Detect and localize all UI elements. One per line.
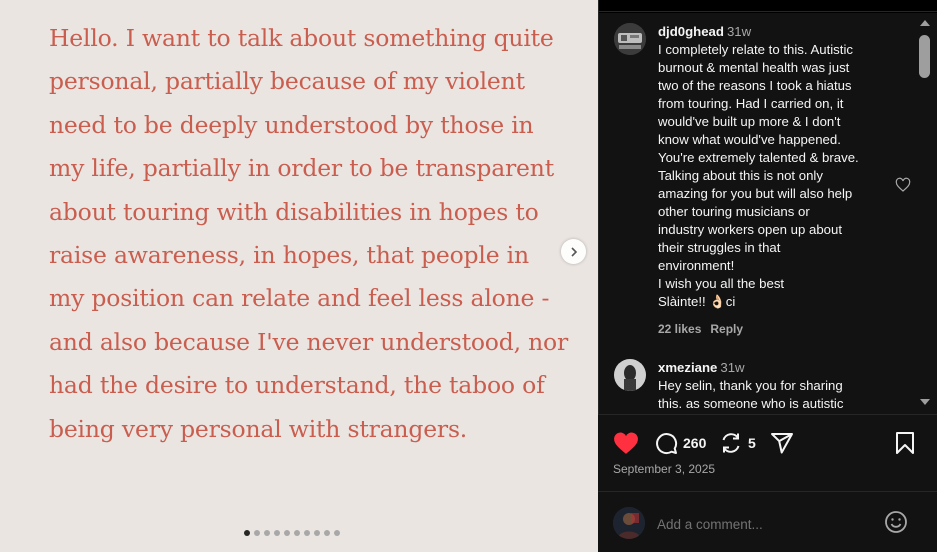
comment-line: know what would've happened. (658, 132, 841, 147)
comment-line: Talking about this is not only (658, 168, 823, 183)
add-comment-input[interactable] (657, 514, 877, 534)
comment-time[interactable]: 31w (720, 360, 744, 375)
comment-line: would've built up more & I don't (658, 114, 841, 129)
comment-username[interactable]: xmeziane (658, 360, 717, 375)
slide-dot (254, 530, 260, 536)
post-actions: 260 5 September 3, 2025 (598, 414, 937, 552)
slide-dot (294, 530, 300, 536)
avatar (613, 507, 645, 539)
comment-line: burnout & mental health was just (658, 60, 850, 75)
comment-line: other touring musicians or (658, 204, 810, 219)
heart-filled-icon (614, 432, 638, 454)
emoji-button[interactable] (884, 510, 908, 539)
slide-dot (274, 530, 280, 536)
share-icon (771, 433, 793, 454)
heart-outline-icon (895, 177, 911, 192)
slide-dot (264, 530, 270, 536)
comment-icon (656, 433, 678, 455)
slide-dot (324, 530, 330, 536)
repost-icon (722, 433, 740, 453)
slide-dot (314, 530, 320, 536)
post-text: Hello. I want to talk about something qu… (49, 24, 569, 443)
comment-text: I completely relate to this. Autistic bu… (658, 41, 898, 311)
comment-line: Slàinte!! 👌🏻ci (658, 294, 736, 309)
reply-button[interactable]: Reply (710, 322, 743, 336)
next-slide-button[interactable] (561, 239, 586, 264)
repost-button[interactable]: 5 (719, 431, 756, 455)
save-button[interactable] (894, 431, 916, 455)
slide-dot (304, 530, 310, 536)
bookmark-icon (896, 432, 914, 454)
comment-line: two of the reasons I took a hiatus (658, 78, 852, 93)
comment-text: Hey selin, thank you for sharing this. a… (658, 377, 898, 413)
share-button[interactable] (770, 431, 794, 455)
comment-line: amazing for you but will also help (658, 186, 853, 201)
slide-dot (334, 530, 340, 536)
post-date[interactable]: September 3, 2025 (613, 462, 715, 476)
scroll-up-arrow-icon[interactable] (920, 20, 930, 26)
chevron-right-icon (570, 246, 577, 257)
comment-likes[interactable]: 22 likes (658, 322, 701, 336)
slide-dot (284, 530, 290, 536)
like-button[interactable] (613, 431, 639, 455)
comment-line: from touring. Had I carried on, it (658, 96, 844, 111)
comment-line: Hey selin, thank you for sharing (658, 378, 843, 393)
comment-line: You're extremely talented & brave. (658, 150, 859, 165)
comment-time[interactable]: 31w (727, 24, 751, 39)
user-avatar-icon (614, 359, 646, 391)
post-image: Hello. I want to talk about something qu… (0, 0, 598, 552)
current-user-avatar-icon (613, 507, 645, 539)
like-comment-button[interactable] (895, 177, 911, 198)
repost-count: 5 (748, 435, 756, 451)
comment-line: industry workers open up about (658, 222, 843, 237)
avatar[interactable] (614, 359, 646, 391)
comment-line: I completely relate to this. Autistic (658, 42, 853, 57)
emoji-icon (885, 511, 907, 533)
comments-list[interactable]: djd0ghead 31w I completely relate to this… (599, 13, 937, 414)
scroll-thumb[interactable] (919, 35, 930, 78)
comment-username[interactable]: djd0ghead (658, 24, 724, 39)
user-avatar-icon (614, 23, 646, 55)
comment-button[interactable]: 260 (654, 431, 706, 455)
slide-dot (244, 530, 250, 536)
comments-scrollbar[interactable] (915, 13, 935, 413)
comment-line: this. as someone who is autistic (658, 396, 844, 411)
comment-count: 260 (683, 435, 707, 451)
divider (598, 491, 937, 492)
comment-line: I wish you all the best (658, 276, 785, 291)
slide-indicator (244, 530, 340, 536)
avatar[interactable] (614, 23, 646, 55)
comment-line: environment! (658, 258, 735, 273)
scroll-down-arrow-icon[interactable] (920, 399, 930, 405)
panel-top-strip (599, 0, 937, 12)
comment-line: their struggles in that (658, 240, 781, 255)
